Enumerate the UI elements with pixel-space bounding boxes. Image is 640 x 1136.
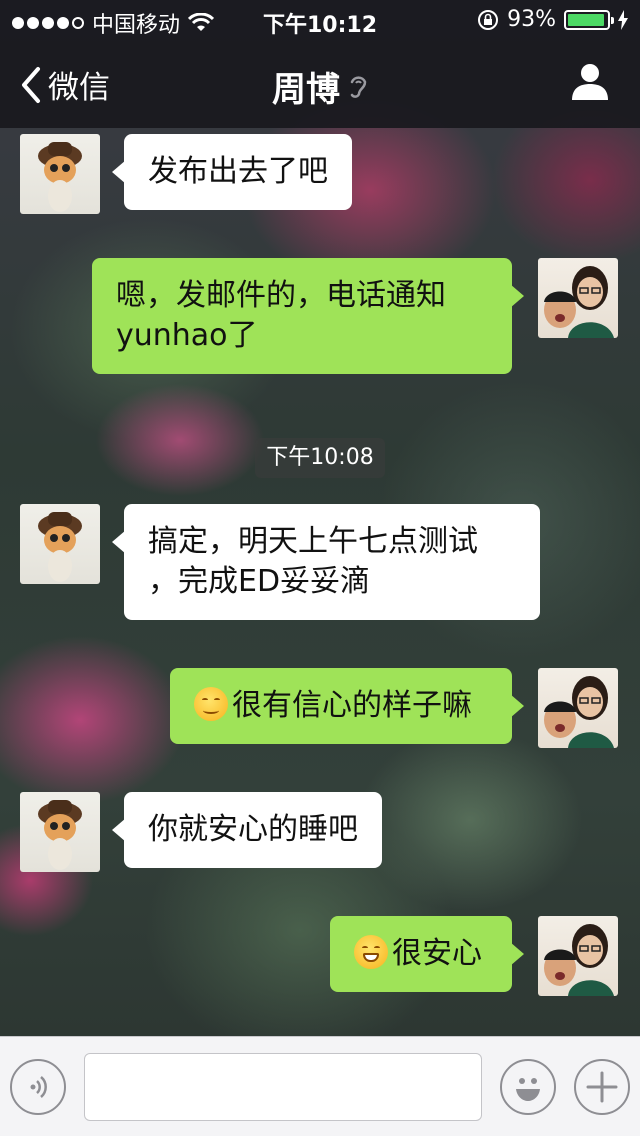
voice-icon bbox=[30, 1076, 47, 1098]
message-line: 搞定，明天上午七点测试 bbox=[148, 524, 478, 559]
page-title: 周博 bbox=[0, 62, 640, 111]
header: 中国移动 下午10:12 93% 微信 周博 bbox=[0, 0, 640, 128]
contact-avatar[interactable] bbox=[20, 792, 100, 872]
message-text: 发布出去了吧 bbox=[148, 154, 328, 189]
battery-icon bbox=[564, 9, 614, 30]
message-bubble[interactable]: 很安心 bbox=[330, 916, 524, 992]
contact-avatar[interactable] bbox=[20, 134, 100, 214]
message-line: yunhao了 bbox=[116, 318, 258, 353]
person-icon[interactable] bbox=[568, 60, 612, 104]
contact-avatar[interactable] bbox=[20, 504, 100, 584]
message-bubble[interactable]: 搞定，明天上午七点测试 ，完成ED妥妥滴 bbox=[112, 504, 540, 620]
message-line: ，完成ED妥妥滴 bbox=[148, 564, 371, 599]
message-text: 很有信心的样子嘛 bbox=[232, 688, 472, 723]
grin-emoji-icon bbox=[354, 935, 388, 969]
message-text: 你就安心的睡吧 bbox=[148, 812, 358, 847]
rotation-lock-icon bbox=[478, 9, 499, 30]
contact-name: 周博 bbox=[272, 70, 340, 110]
status-bar: 中国移动 下午10:12 93% bbox=[0, 0, 640, 40]
user-avatar-image bbox=[544, 924, 614, 996]
message-bubble[interactable]: 很有信心的样子嘛 bbox=[170, 668, 524, 744]
message-text: 很安心 bbox=[392, 936, 482, 971]
earpiece-icon bbox=[350, 75, 367, 98]
cat-avatar-image bbox=[38, 142, 82, 212]
battery-percent: 93% bbox=[507, 7, 556, 32]
my-avatar[interactable] bbox=[538, 668, 618, 748]
input-bar bbox=[0, 1036, 640, 1136]
cat-avatar-image bbox=[38, 800, 82, 870]
user-avatar-image bbox=[544, 266, 614, 338]
smile-emoji-icon bbox=[194, 687, 228, 721]
emoji-icon bbox=[516, 1078, 540, 1101]
charging-icon bbox=[618, 9, 628, 30]
timestamp: 下午10:08 bbox=[255, 438, 385, 478]
emoji-button[interactable] bbox=[500, 1059, 556, 1115]
user-avatar-image bbox=[544, 676, 614, 748]
my-avatar[interactable] bbox=[538, 916, 618, 996]
message-bubble[interactable]: 你就安心的睡吧 bbox=[112, 792, 382, 868]
message-bubble[interactable]: 嗯，发邮件的，电话通知 yunhao了 bbox=[92, 258, 524, 374]
plus-icon bbox=[586, 1071, 618, 1103]
message-input[interactable] bbox=[84, 1053, 482, 1121]
message-line: 嗯，发邮件的，电话通知 bbox=[116, 278, 446, 313]
nav-bar: 微信 周博 bbox=[0, 40, 640, 128]
add-button[interactable] bbox=[574, 1059, 630, 1115]
chat-area[interactable]: 发布出去了吧 嗯，发邮件的，电话通知 yunhao了 下午10:08 搞定，明天… bbox=[0, 128, 640, 1036]
voice-button[interactable] bbox=[10, 1059, 66, 1115]
cat-avatar-image bbox=[38, 512, 82, 582]
message-bubble[interactable]: 发布出去了吧 bbox=[112, 134, 352, 210]
my-avatar[interactable] bbox=[538, 258, 618, 338]
